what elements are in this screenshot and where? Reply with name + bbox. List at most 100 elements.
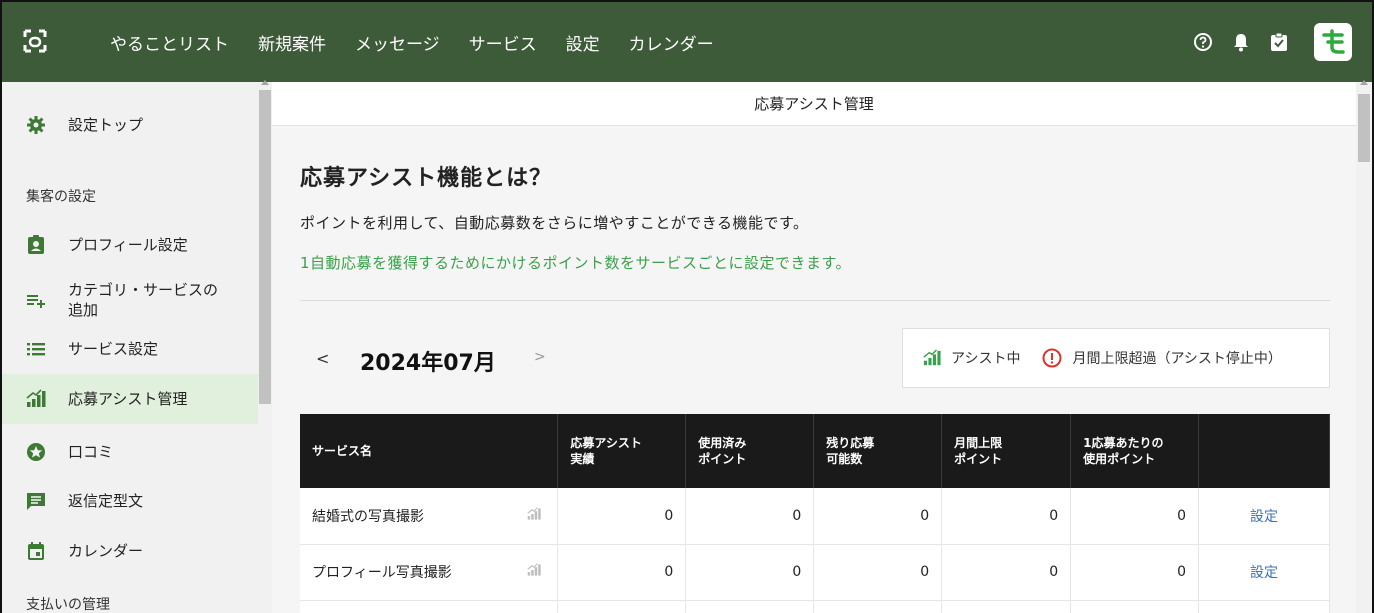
nav-settings[interactable]: 設定 [566, 30, 600, 55]
legend-limit: 月間上限超過（アシスト停止中） [1042, 348, 1282, 368]
col-service-name: サービス名 [300, 414, 559, 488]
col-used-points-label: 使用済み ポイント [698, 436, 747, 466]
page-header: 応募アシスト管理 [272, 82, 1356, 126]
description-text: ポイントを利用して、自動応募数をさらに増やすことができる機能です。 [300, 214, 809, 232]
sidebar-scrollbar[interactable] [258, 80, 272, 613]
star-icon [26, 442, 46, 462]
help-icon[interactable] [1192, 31, 1214, 53]
sidebar-section-marketing: 集客の設定 [26, 189, 96, 205]
empty-cell [1070, 600, 1200, 613]
sidebar-item-settings-top[interactable]: 設定トップ [2, 100, 258, 150]
sidebar-item-reply-templates[interactable]: 返信定型文 [2, 476, 258, 526]
sidebar-item-label: 設定トップ [68, 116, 144, 134]
table-row: 結婚式の写真撮影 0 0 0 0 0 設定 [300, 488, 1330, 545]
description-highlight: 1自動応募を獲得するためにかけるポイント数をサービスごとに設定できます。 [300, 254, 852, 272]
sidebar-scroll-thumb[interactable] [259, 90, 271, 404]
calendar-icon [26, 541, 46, 561]
sidebar-item-add-category[interactable]: カテゴリ・サービスの追加 [2, 270, 258, 330]
table-row: プロフィール写真撮影 0 0 0 0 0 設定 [300, 544, 1330, 601]
assist-results-cell: 0 [557, 544, 687, 601]
service-name: 結婚式の写真撮影 [312, 508, 424, 525]
col-assist-results: 応募アシスト 実績 [557, 414, 687, 488]
points-per-apply-cell: 0 [1070, 488, 1200, 545]
table-header-row: サービス名 応募アシスト 実績 使用済み ポイント 残り応募 可能数 月間上限 … [300, 414, 1330, 488]
sidebar-item-label: プロフィール設定 [68, 236, 188, 254]
clipboard-check-icon[interactable] [1268, 31, 1290, 53]
monthly-limit-cell: 0 [941, 544, 1072, 601]
warning-circle-icon [1042, 348, 1062, 368]
sidebar-item-reviews[interactable]: 口コミ [2, 427, 258, 477]
top-icons [1176, 2, 1352, 82]
col-monthly-limit: 月間上限 ポイント [941, 414, 1072, 488]
main-scrollbar[interactable] [1356, 80, 1372, 613]
signal-bars-icon [923, 349, 941, 367]
col-points-per-apply-label: 1応募あたりの 使用ポイント [1083, 436, 1164, 466]
legend-limit-label: 月間上限超過（アシスト停止中） [1072, 351, 1282, 367]
main-content: 応募アシスト管理 応募アシスト機能とは？ ポイントを利用して、自動応募数をさらに… [272, 82, 1356, 613]
table-row [300, 600, 1330, 613]
sidebar-item-label: カテゴリ・サービスの追加 [68, 281, 219, 319]
empty-cell [941, 600, 1072, 613]
app-logo-icon[interactable] [22, 28, 48, 54]
status-legend: アシスト中 月間上限超過（アシスト停止中） [902, 328, 1330, 388]
nav-messages[interactable]: メッセージ [355, 30, 440, 55]
empty-cell [685, 600, 815, 613]
profile-badge-icon [26, 235, 46, 255]
remaining-cell: 0 [813, 488, 943, 545]
main-nav: やることリスト 新規案件 メッセージ サービス 設定 カレンダー [110, 2, 743, 82]
legend-assist-label: アシスト中 [951, 351, 1021, 367]
gear-icon [26, 115, 46, 135]
empty-cell [813, 600, 943, 613]
service-name: プロフィール写真撮影 [312, 565, 452, 581]
nav-todo[interactable]: やることリスト [110, 30, 229, 55]
current-month: 2024年07月 [360, 351, 496, 376]
message-icon [26, 491, 46, 511]
brand-logo-icon[interactable] [1314, 23, 1352, 61]
top-nav-bar: やることリスト 新規案件 メッセージ サービス 設定 カレンダー [2, 2, 1372, 82]
points-per-apply-cell: 0 [1070, 544, 1200, 601]
assist-table: サービス名 応募アシスト 実績 使用済み ポイント 残り応募 可能数 月間上限 … [300, 414, 1330, 613]
col-assist-results-label: 応募アシスト 実績 [570, 436, 642, 466]
sidebar-item-assist[interactable]: 応募アシスト管理 [2, 374, 258, 424]
assist-results-cell: 0 [557, 488, 687, 545]
service-name-cell: プロフィール写真撮影 [300, 544, 559, 601]
service-name-cell: 結婚式の写真撮影 [300, 488, 559, 545]
col-action [1198, 414, 1330, 488]
sidebar-item-calendar[interactable]: カレンダー [2, 526, 258, 576]
empty-cell [557, 600, 687, 613]
settings-link[interactable]: 設定 [1198, 544, 1330, 601]
nav-new-cases[interactable]: 新規案件 [258, 30, 326, 55]
sidebar-item-profile[interactable]: プロフィール設定 [2, 220, 258, 270]
sidebar-item-service-settings[interactable]: サービス設定 [2, 324, 258, 374]
col-remaining-label: 残り応募 可能数 [826, 436, 875, 466]
remaining-cell: 0 [813, 544, 943, 601]
col-used-points: 使用済み ポイント [685, 414, 815, 488]
main-scroll-thumb[interactable] [1358, 94, 1370, 162]
sidebar-item-label: サービス設定 [68, 340, 159, 358]
col-monthly-limit-label: 月間上限 ポイント [954, 436, 1003, 466]
sidebar: 設定トップ 集客の設定 プロフィール設定 カテゴリ・サービスの追加 サービス設定… [2, 82, 258, 613]
sidebar-item-label: カレンダー [68, 542, 144, 560]
nav-services[interactable]: サービス [469, 30, 537, 55]
signal-bars-icon [527, 563, 542, 581]
add-list-icon [26, 290, 46, 310]
bell-icon[interactable] [1230, 31, 1252, 53]
monthly-limit-cell: 0 [941, 488, 1072, 545]
page-title: 応募アシスト機能とは？ [300, 166, 553, 191]
scroll-up-icon[interactable] [1360, 80, 1368, 85]
prev-month-button[interactable]: < [316, 349, 329, 368]
signal-bars-icon [527, 507, 542, 525]
col-remaining: 残り応募 可能数 [813, 414, 943, 488]
sidebar-item-label: 口コミ [68, 443, 114, 461]
list-icon [26, 339, 46, 359]
used-points-cell: 0 [685, 488, 815, 545]
sidebar-section-payments: 支払いの管理 [26, 597, 110, 613]
settings-link[interactable]: 設定 [1198, 488, 1330, 545]
scroll-up-icon[interactable] [261, 80, 269, 85]
empty-cell [1198, 600, 1330, 613]
sidebar-item-label: 返信定型文 [68, 492, 144, 510]
next-month-button[interactable]: > [534, 349, 546, 365]
nav-calendar[interactable]: カレンダー [629, 30, 714, 55]
signal-bars-icon [26, 389, 46, 409]
divider [300, 300, 1330, 301]
